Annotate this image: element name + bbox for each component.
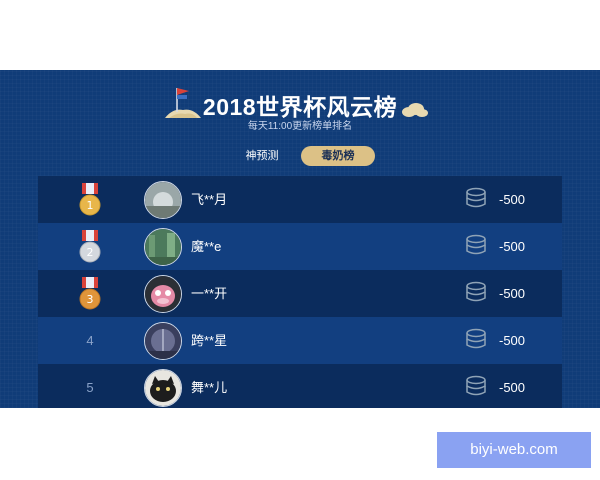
user-name: 一**开 — [191, 286, 228, 301]
header: 2018世界杯风云榜 每天11:00更新榜单排名 — [0, 84, 600, 134]
cloud-icon — [402, 103, 428, 117]
tab-prediction[interactable]: 神预测 — [232, 146, 292, 166]
avatar — [144, 181, 182, 219]
table-row[interactable]: 4 跨**星 -500 — [38, 317, 562, 364]
table-row[interactable]: 5 舞**儿 -500 — [38, 364, 562, 408]
tab-bar: 神预测 毒奶榜 — [0, 146, 600, 166]
avatar — [144, 369, 182, 407]
user-name: 舞**儿 — [191, 380, 228, 395]
leaderboard-list: 1 飞**月 -500 2 魔**e -500 3 一**开 -500 4 跨*… — [38, 176, 562, 408]
watermark: biyi-web.com — [437, 432, 591, 468]
avatar — [144, 322, 182, 360]
score: -500 — [499, 333, 526, 348]
svg-text:1: 1 — [87, 199, 94, 212]
table-row[interactable]: 2 魔**e -500 — [38, 223, 562, 270]
score: -500 — [499, 239, 526, 254]
gold-medal-icon: 1 — [79, 183, 101, 216]
silver-medal-icon: 2 — [79, 230, 101, 263]
tab-jinx-ranking[interactable]: 毒奶榜 — [301, 146, 375, 166]
avatar — [144, 275, 182, 313]
bronze-medal-icon: 3 — [79, 277, 101, 310]
leaderboard-panel: 2018世界杯风云榜 每天11:00更新榜单排名 神预测 毒奶榜 1 飞**月 … — [0, 70, 600, 408]
table-row[interactable]: 1 飞**月 -500 — [38, 176, 562, 223]
update-note: 每天11:00更新榜单排名 — [247, 121, 353, 132]
rank-number: 4 — [86, 333, 94, 348]
user-name: 跨**星 — [191, 333, 228, 348]
user-name: 飞**月 — [191, 192, 228, 207]
avatar — [144, 228, 182, 266]
svg-text:3: 3 — [87, 293, 94, 306]
coin-stack-icon — [466, 375, 486, 396]
table-row[interactable]: 3 一**开 -500 — [38, 270, 562, 317]
score: -500 — [499, 192, 526, 207]
coin-stack-icon — [466, 281, 486, 302]
coin-stack-icon — [466, 328, 486, 349]
rank-number: 5 — [86, 380, 94, 395]
coin-stack-icon — [466, 187, 486, 208]
coin-stack-icon — [466, 234, 486, 255]
svg-text:2: 2 — [87, 246, 94, 259]
score: -500 — [499, 380, 526, 395]
user-name: 魔**e — [191, 239, 222, 254]
score: -500 — [499, 286, 526, 301]
